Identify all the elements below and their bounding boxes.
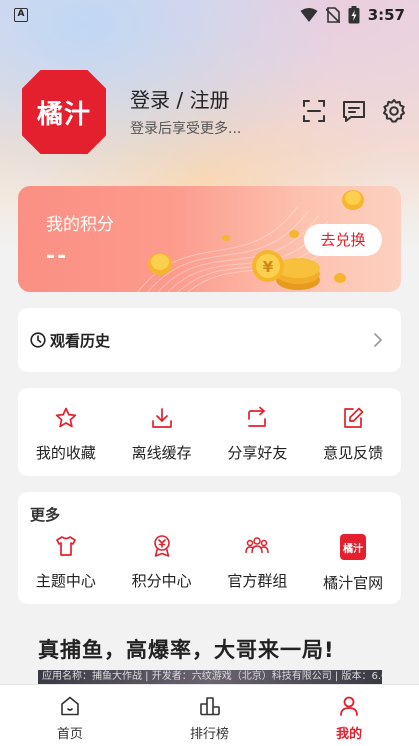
favorites-label: 我的收藏 <box>35 444 96 462</box>
settings-gear-icon[interactable] <box>381 98 407 124</box>
tab-mine-label: 我的 <box>336 727 363 742</box>
ad-banner[interactable]: 应用名称：捕鱼大作战 | 开发者：六纹游戏（北京）科技有限公司 | 版本：6.0 <box>38 670 382 684</box>
redeem-button[interactable]: 去兑换 <box>304 224 382 256</box>
feedback-label: 意见反馈 <box>323 444 384 462</box>
official-website-label: 橘汁官网 <box>323 574 384 592</box>
no-sim-icon <box>325 7 340 23</box>
status-icons: 3:57 <box>300 6 405 24</box>
share-friends-button[interactable]: 分享好友 <box>210 406 306 463</box>
official-group-button[interactable]: 官方群组 <box>210 534 306 593</box>
watch-history-label: 观看历史 <box>50 332 111 350</box>
svg-text:¥: ¥ <box>263 258 274 276</box>
feedback-button[interactable]: 意见反馈 <box>305 406 401 463</box>
clock-icon <box>30 332 46 348</box>
clock-time: 3:57 <box>367 6 405 24</box>
wifi-icon <box>300 8 318 22</box>
ranking-icon <box>199 697 220 716</box>
tab-home[interactable]: 首页 <box>0 685 140 746</box>
favorites-button[interactable]: 我的收藏 <box>18 406 114 463</box>
more-card: 更多 主题中心 积分中心 官方群组 橘汁 橘汁官网 <box>18 492 401 604</box>
quick-actions-card: 我的收藏 离线缓存 分享好友 意见反馈 <box>18 388 401 476</box>
notification-app-icon: A <box>14 8 28 22</box>
tab-ranking[interactable]: 排行榜 <box>140 685 280 746</box>
login-subtitle: 登录后享受更多... <box>130 121 242 137</box>
bottom-tab-bar: 首页 排行榜 我的 <box>0 684 419 746</box>
chevron-right-icon <box>374 333 383 347</box>
points-center-button[interactable]: 积分中心 <box>114 534 210 593</box>
login-register-link[interactable]: 登录 / 注册 <box>130 84 229 113</box>
person-icon <box>340 696 359 716</box>
profile-header: 橘汁 登录 / 注册 登录后享受更多... <box>22 70 407 155</box>
share-friends-label: 分享好友 <box>227 444 288 462</box>
edit-icon <box>344 407 364 428</box>
official-website-button[interactable]: 橘汁 橘汁官网 <box>305 534 401 593</box>
offline-cache-label: 离线缓存 <box>131 444 192 462</box>
tab-ranking-label: 排行榜 <box>190 727 230 742</box>
app-logo[interactable]: 橘汁 <box>22 70 106 154</box>
app-logo-icon: 橘汁 <box>340 534 367 560</box>
points-title: 我的积分 <box>46 215 114 235</box>
header-actions <box>301 98 407 124</box>
points-value: -- <box>46 244 69 269</box>
status-bar: A 3:57 <box>0 0 419 30</box>
tab-home-label: 首页 <box>56 727 83 742</box>
offline-cache-button[interactable]: 离线缓存 <box>114 406 210 463</box>
star-icon <box>55 407 77 428</box>
group-icon <box>245 537 270 554</box>
home-icon <box>61 696 79 716</box>
theme-center-label: 主题中心 <box>35 572 96 590</box>
scan-icon[interactable] <box>301 98 327 124</box>
battery-icon <box>348 6 360 24</box>
official-group-label: 官方群组 <box>227 572 288 590</box>
watch-history-row[interactable]: 观看历史 <box>18 308 401 372</box>
points-card[interactable]: ¥ 我的积分 -- 去兑换 <box>18 186 401 292</box>
badge-icon <box>153 535 170 557</box>
points-center-label: 积分中心 <box>131 572 192 590</box>
ad-title[interactable]: 真捕鱼，高爆率，大哥来一局! <box>38 634 335 664</box>
tab-mine[interactable]: 我的 <box>279 685 419 746</box>
message-icon[interactable] <box>341 98 367 124</box>
share-icon <box>248 406 267 427</box>
download-icon <box>151 408 172 428</box>
theme-center-button[interactable]: 主题中心 <box>18 534 114 593</box>
more-section-title: 更多 <box>30 506 61 524</box>
tshirt-icon <box>56 536 76 556</box>
